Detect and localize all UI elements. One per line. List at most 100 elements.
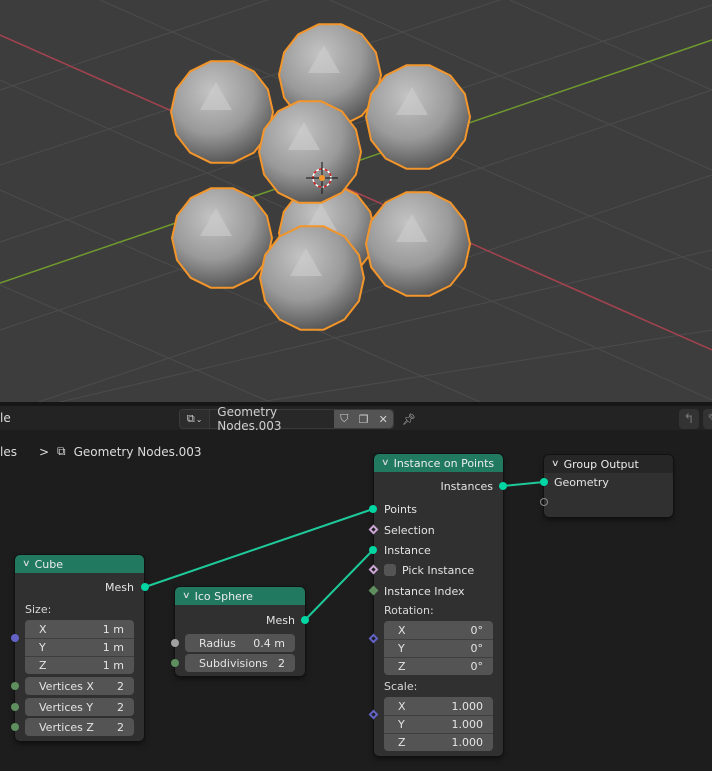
node-title: Ico Sphere (194, 589, 253, 603)
field-value: 1.000 (451, 718, 484, 731)
node-group-name-field[interactable]: Geometry Nodes.003 (210, 405, 335, 433)
field-label: Z (398, 736, 406, 749)
output-mesh: Mesh (175, 610, 305, 630)
field-value: 2 (117, 720, 124, 734)
socket-cube-size-in[interactable] (11, 634, 19, 642)
chevron-down-icon[interactable]: ∨ (182, 591, 191, 601)
fake-user-button[interactable]: ⛉ (334, 410, 354, 428)
socket-icosphere-mesh-out[interactable] (301, 616, 309, 624)
vertices-x-field[interactable]: Vertices X 2 (25, 677, 134, 695)
field-label: Z (39, 659, 47, 672)
chevron-down-icon[interactable]: ∨ (381, 458, 390, 468)
socket-icosphere-radius-in[interactable] (171, 639, 179, 647)
node-group-output[interactable]: ∨ Group Output Geometry (544, 455, 673, 517)
unlink-button[interactable]: ✕ (373, 410, 394, 428)
subdivisions-field[interactable]: Subdivisions 2 (185, 654, 295, 672)
node-ico-sphere[interactable]: ∨ Ico Sphere Mesh Radius 0.4 m Subdivision… (175, 587, 305, 676)
node-group-selector[interactable]: ⧉ ⌄ Geometry Nodes.003 ⛉ ❐ ✕ (179, 405, 394, 433)
node-instance-on-points[interactable]: ∨ Instance on Points Instances Points Sel… (374, 454, 503, 756)
pin-button[interactable]: 📌︎ (400, 409, 418, 429)
socket-label: Geometry (554, 475, 609, 489)
field-value: 2 (117, 679, 124, 693)
field-label: Radius (199, 636, 236, 650)
socket-group-output-empty-in[interactable] (540, 498, 548, 506)
node-tree-icon: ⧉ (57, 444, 66, 458)
ico-sphere-instance[interactable] (364, 64, 472, 170)
size-y-field[interactable]: Y 1 m (25, 638, 134, 656)
vertices-z-field[interactable]: Vertices Z 2 (25, 718, 134, 736)
field-value: 0.4 m (253, 636, 285, 650)
duplicate-icon: ❐ (358, 412, 369, 426)
socket-icosphere-subdiv-in[interactable] (171, 659, 179, 667)
socket-cube-verts-z-in[interactable] (11, 723, 19, 731)
field-value: 2 (278, 656, 285, 670)
3d-viewport[interactable] (0, 0, 712, 402)
input-geometry: Geometry (544, 472, 673, 492)
rotation-z-field[interactable]: Z 0° (384, 657, 493, 675)
pin-icon: 📌︎ (402, 412, 416, 426)
field-label: Y (398, 642, 405, 655)
field-label: X (398, 699, 406, 713)
ico-sphere-instance[interactable] (257, 100, 363, 204)
chevron-down-icon[interactable]: ∨ (551, 459, 560, 469)
scale-y-field[interactable]: Y 1.000 (384, 715, 493, 733)
socket-instance-in[interactable] (369, 546, 377, 554)
pick-instance-checkbox[interactable] (384, 564, 396, 576)
rotation-x-field[interactable]: X 0° (384, 621, 493, 639)
node-title: Group Output (563, 457, 639, 471)
socket-label: Instance (384, 543, 431, 557)
socket-cube-verts-x-in[interactable] (11, 682, 19, 690)
input-selection: Selection (374, 520, 503, 540)
scale-z-field[interactable]: Z 1.000 (384, 733, 493, 751)
duplicate-button[interactable]: ❐ (353, 410, 374, 428)
socket-label: Instance Index (384, 584, 465, 598)
header-menu-truncated[interactable]: le (0, 411, 11, 425)
parent-node-tree-button[interactable]: ↰ (679, 409, 699, 429)
chevron-down-icon[interactable]: ∨ (22, 559, 31, 569)
field-value: 1 m (102, 659, 124, 672)
socket-label: Points (384, 502, 418, 516)
input-pick-instance[interactable]: Pick Instance (374, 560, 503, 580)
parent-arrow-icon: ↰ (683, 411, 695, 427)
field-label: Subdivisions (199, 656, 268, 670)
rotation-label: Rotation: (384, 604, 434, 617)
field-label: X (39, 622, 47, 636)
output-instances: Instances (374, 476, 503, 496)
node-ico-sphere-header[interactable]: ∨ Ico Sphere (175, 587, 305, 605)
browse-node-tree-button[interactable]: ⧉ ⌄ (180, 410, 211, 428)
ico-sphere-instance[interactable] (169, 60, 275, 164)
output-mesh: Mesh (15, 577, 144, 597)
node-group-output-header[interactable]: ∨ Group Output (544, 455, 673, 473)
breadcrumb-current: Geometry Nodes.003 (73, 444, 202, 459)
scale-x-field[interactable]: X 1.000 (384, 697, 493, 715)
socket-cube-verts-y-in[interactable] (11, 703, 19, 711)
socket-label: Mesh (105, 580, 134, 594)
chevron-right-icon: > (38, 444, 50, 459)
size-x-field[interactable]: X 1 m (25, 620, 134, 638)
pencil-icon: ✎ (708, 412, 712, 427)
radius-field[interactable]: Radius 0.4 m (185, 634, 295, 652)
scale-label: Scale: (384, 680, 418, 693)
socket-label: Instances (440, 479, 493, 493)
field-label: Y (39, 641, 46, 654)
node-editor-header: le ⧉⌄ Geometry Nodes.003 ⛉ ❐ ✕ 📌︎ ↰ ✎ (0, 405, 712, 433)
socket-group-output-geometry-in[interactable] (540, 478, 548, 486)
ico-sphere-instance[interactable] (364, 191, 472, 297)
input-points: Points (374, 499, 503, 519)
node-cube[interactable]: ∨ Cube Mesh Size: X 1 m Y 1 m Z 1 m Vertices… (15, 555, 144, 741)
node-cube-header[interactable]: ∨ Cube (15, 555, 144, 573)
size-z-field[interactable]: Z 1 m (25, 656, 134, 674)
field-label: Vertices X (39, 679, 94, 693)
vertices-y-field[interactable]: Vertices Y 2 (25, 698, 134, 716)
field-value: 0° (470, 642, 484, 655)
socket-points-in[interactable] (369, 505, 377, 513)
input-instance-index: Instance Index (374, 581, 503, 601)
socket-instances-out[interactable] (499, 482, 507, 490)
node-instance-on-points-header[interactable]: ∨ Instance on Points (374, 454, 503, 472)
ico-sphere-instance[interactable] (170, 187, 274, 289)
header-tool-button[interactable]: ✎ (703, 409, 712, 429)
ico-sphere-instance[interactable] (258, 225, 366, 331)
rotation-y-field[interactable]: Y 0° (384, 639, 493, 657)
socket-cube-mesh-out[interactable] (141, 583, 149, 591)
breadcrumb-parent[interactable]: les (0, 445, 17, 459)
